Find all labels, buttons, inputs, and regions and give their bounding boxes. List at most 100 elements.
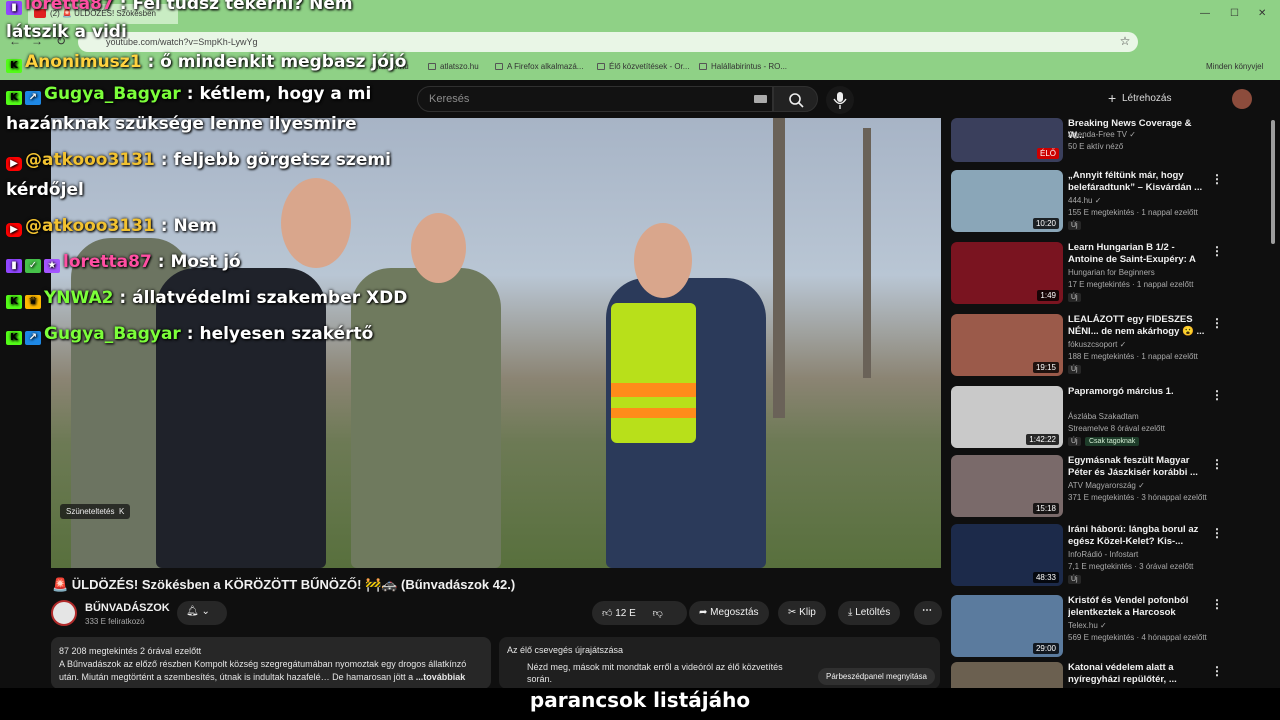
chat-username: loretta87 (63, 252, 152, 272)
view-stats: 155 E megtekintés · 1 nappal ezelőtt (1068, 208, 1198, 217)
channel-name[interactable]: fókuszcsoport ✓ (1068, 340, 1126, 349)
channel-name[interactable]: ATV Magyarország ✓ (1068, 481, 1145, 490)
chat-separator: : (113, 0, 133, 14)
channel-name[interactable]: Hungarian for Beginners (1068, 268, 1155, 277)
minimize-icon[interactable]: — (1200, 8, 1210, 19)
search-input[interactable]: Keresés (417, 86, 773, 112)
twitch-icon: ▮ (6, 259, 22, 273)
channel-name[interactable]: 444.hu ✓ (1068, 196, 1101, 205)
kick-icon: K (6, 331, 22, 345)
video-thumbnail[interactable]: 48:33 (951, 524, 1063, 586)
like-count[interactable]: 12 E (615, 608, 636, 619)
recommended-title[interactable]: Katonai védelem alatt a nyíregyházi repü… (1068, 662, 1208, 686)
folder-icon (495, 63, 503, 70)
bookmark-item[interactable]: Halállabirintus - RO... (699, 62, 787, 71)
search-button[interactable] (773, 86, 818, 112)
address-bar[interactable]: youtube.com/watch?v=SmpKh-LywYg (78, 32, 1138, 52)
scrollbar[interactable] (1271, 120, 1275, 244)
more-actions-button[interactable]: ⋯ (914, 601, 942, 625)
recommended-title[interactable]: Kristóf és Vendel pofonból jelentkeztek … (1068, 595, 1208, 619)
recommended-title[interactable]: „Annyit féltünk már, hogy belefáradtunk”… (1068, 170, 1208, 194)
recommended-title[interactable]: Iráni háború: lángba borul az egész Köze… (1068, 524, 1208, 548)
create-button[interactable]: Létrehozás (1104, 88, 1184, 110)
video-thumbnail[interactable]: 15:18 (951, 455, 1063, 517)
maximize-icon[interactable]: ☐ (1230, 8, 1239, 19)
youtube-icon: ▶ (6, 223, 22, 237)
channel-name[interactable]: Agenda-Free TV ✓ (1068, 130, 1136, 139)
new-badge: Új (1068, 293, 1081, 302)
more-options-icon[interactable]: ⋮ (1211, 316, 1223, 330)
share-icon: ➦ (699, 607, 708, 618)
person (351, 268, 501, 568)
description-box[interactable]: 87 208 megtekintés 2 órával ezelőtt A Bű… (51, 637, 491, 689)
avatar[interactable] (1232, 89, 1252, 109)
more-options-icon[interactable]: ⋮ (1211, 597, 1223, 611)
utility-pole (773, 118, 785, 418)
video-thumbnail[interactable]: 10:20 (951, 170, 1063, 232)
channel-name[interactable]: Ászlába Szakadtam (1068, 412, 1139, 421)
video-thumbnail[interactable]: 1:49 (951, 242, 1063, 304)
recommended-title[interactable]: LEALÁZOTT egy FIDESZES NÉNI... de nem ak… (1068, 314, 1208, 338)
chat-username: @atkooo3131 (25, 150, 155, 170)
recommended-title[interactable]: Learn Hungarian B 1/2 - Antoine de Saint… (1068, 242, 1208, 266)
chat-message: ▶ @atkooo3131 : feljebb görgetsz szemi (6, 150, 391, 171)
recommended-title[interactable]: Egymásnak feszült Magyar Péter és Jászki… (1068, 455, 1208, 479)
download-button[interactable]: ⤓ Letöltés (838, 601, 901, 625)
bookmark-item[interactable]: A Firefox alkalmazá... (495, 62, 583, 71)
subscriber-count: 333 E feliratkozó (85, 617, 145, 626)
more-options-icon[interactable]: ⋮ (1211, 244, 1223, 258)
video-thumbnail[interactable]: 29:00 (951, 595, 1063, 657)
more-options-icon[interactable]: ⋮ (1211, 526, 1223, 540)
description-text: A Bűnvadászok az előző részben Kompolt k… (59, 659, 467, 682)
like-icon[interactable]: 👍︎ (602, 608, 612, 619)
bell-icon: 🔔︎ (186, 606, 199, 617)
bookmark-item[interactable]: Élő közvetítések - Or... (597, 62, 689, 71)
keyboard-icon[interactable] (754, 95, 767, 103)
notification-bell-button[interactable]: 🔔︎ ⌄ (177, 601, 227, 625)
video-thumbnail[interactable]: 19:15 (951, 314, 1063, 376)
chat-message: K Anonimusz1 : ő mindenkit megbasz jójó (6, 52, 406, 73)
recommended-video[interactable]: 15:18 Egymásnak feszült Magyar Péter és J… (951, 455, 1223, 517)
more-options-icon[interactable]: ⋮ (1211, 664, 1223, 678)
more-options-icon[interactable]: ⋮ (1211, 388, 1223, 402)
channel-name[interactable]: InfoRádió - Infostart (1068, 550, 1138, 559)
more-options-icon[interactable]: ⋮ (1211, 457, 1223, 471)
chat-text: Nem (173, 216, 217, 236)
video-thumbnail[interactable]: ÉLŐ (951, 118, 1063, 162)
chat-message: ▮ loretta87 : Fel tudsz tekerni? Nem (6, 0, 353, 15)
members-only-badge: Csak tagoknak (1085, 437, 1140, 446)
bookmark-star-icon[interactable]: ☆ (1118, 34, 1132, 48)
pause-tooltip: Szüneteltetés K (60, 504, 131, 519)
share-button[interactable]: ➦ Megosztás (689, 601, 769, 625)
clip-button[interactable]: ✂ Klip (778, 601, 826, 625)
recommended-title[interactable]: Papramorgó március 1. (1068, 386, 1208, 398)
recommended-video[interactable]: 19:15 LEALÁZOTT egy FIDESZES NÉNI... de n… (951, 314, 1223, 376)
channel-logo[interactable] (51, 600, 77, 626)
open-chat-replay-button[interactable]: Párbeszédpanel megnyitása (818, 668, 935, 685)
chat-text: kétlem, hogy a mi (199, 84, 372, 104)
crown-icon: ♛ (25, 295, 41, 309)
more-options-icon[interactable]: ⋮ (1211, 172, 1223, 186)
dislike-icon[interactable]: 👎︎ (653, 608, 663, 619)
person-head (281, 178, 351, 268)
download-icon: ⤓ (848, 607, 853, 618)
twitch-icon: ▮ (6, 1, 22, 15)
duration-badge: 10:20 (1032, 218, 1059, 229)
recommended-video[interactable]: 1:42:22 Papramorgó március 1. Ászlába Szak… (951, 386, 1223, 448)
recommended-video[interactable]: 10:20 „Annyit féltünk már, hogy belefárad… (951, 170, 1223, 232)
duration-badge: 1:49 (1037, 290, 1059, 301)
close-window-icon[interactable]: ✕ (1258, 8, 1266, 19)
chat-text: állatvédelmi szakember XDD (132, 288, 408, 308)
recommended-video[interactable]: 1:49 Learn Hungarian B 1/2 - Antoine de S… (951, 242, 1223, 304)
channel-name[interactable]: BŰNVADÁSZOK (85, 602, 170, 614)
chat-text: helyesen szakértő (199, 324, 374, 344)
show-more-link[interactable]: ...továbbiak (416, 672, 466, 682)
channel-name[interactable]: Telex.hu ✓ (1068, 621, 1107, 630)
chat-message-wrap: kérdőjel (6, 180, 84, 200)
bookmark-item[interactable]: atlatszo.hu (428, 62, 479, 71)
recommended-video[interactable]: 29:00 Kristóf és Vendel pofonból jelentke… (951, 595, 1223, 657)
other-bookmarks[interactable]: Minden könyvjel (1206, 62, 1263, 71)
recommended-video[interactable]: 48:33 Iráni háború: lángba borul az egész… (951, 524, 1223, 586)
video-thumbnail[interactable]: 1:42:22 (951, 386, 1063, 448)
voice-search-button[interactable] (826, 86, 854, 114)
